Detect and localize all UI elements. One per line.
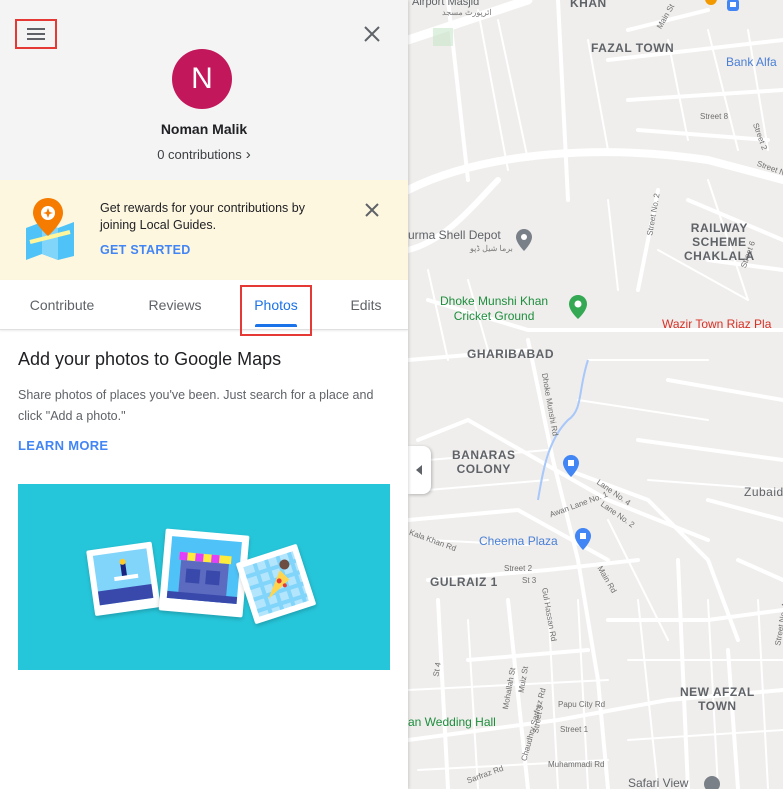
contributions-count: 0 contributions <box>157 147 242 162</box>
map-area-zubaid: Zubaid <box>744 485 783 499</box>
street-label: Street 1 <box>560 725 589 734</box>
local-guides-promo: Get rewards for your contributions by jo… <box>0 180 408 280</box>
main-menu-button[interactable] <box>15 19 57 49</box>
learn-more-link[interactable]: LEARN MORE <box>18 438 108 453</box>
tab-edits[interactable]: Edits <box>334 280 398 330</box>
map-area-new-afzal-town: NEW AFZAL TOWN <box>680 685 755 713</box>
map-poi-bank-alfa[interactable]: Bank Alfa <box>726 55 777 69</box>
tab-contribute[interactable]: Contribute <box>18 280 106 330</box>
collapse-panel-button[interactable] <box>408 446 431 494</box>
profile-header: N Noman Malik 0 contributions › <box>0 0 408 180</box>
street-label: Street 8 <box>700 112 729 121</box>
street-label: Muhammadi Rd <box>548 760 605 769</box>
map-poi-airport-masjid[interactable]: Airport Masjid <box>412 0 479 8</box>
promo-text: Get rewards for your contributions by jo… <box>100 201 305 232</box>
street-label: St 3 <box>522 576 537 585</box>
chevron-left-icon <box>415 465 422 475</box>
map-poi-safari-view[interactable]: Safari View <box>628 776 688 789</box>
hamburger-menu-icon <box>27 28 45 40</box>
avatar[interactable]: N <box>172 49 232 109</box>
map-poi-wazir-town[interactable]: Wazir Town Riaz Pla <box>662 317 771 331</box>
map-urdu-label: برما شیل ڈپو <box>470 244 513 253</box>
map-poi-burma-shell[interactable]: urma Shell Depot <box>408 228 501 242</box>
map-pin-icon[interactable] <box>704 0 718 13</box>
map-area-banaras-colony: BANARAS COLONY <box>452 448 516 476</box>
map-poi-cheema-plaza[interactable]: Cheema Plaza <box>479 534 558 548</box>
map-pin-icon[interactable] <box>704 776 720 789</box>
contributions-link[interactable]: 0 contributions › <box>0 146 408 163</box>
map-pin-illustration-icon <box>22 198 78 265</box>
street-label: Street 2 <box>504 564 533 573</box>
dismiss-promo-button[interactable] <box>358 196 386 224</box>
close-icon <box>364 26 380 42</box>
map-view[interactable]: ائرپورٹ مسجد Airport Masjid KHAN Main St… <box>408 0 783 789</box>
park-pin-icon[interactable] <box>569 295 587 324</box>
close-panel-button[interactable] <box>358 20 386 48</box>
tab-reviews[interactable]: Reviews <box>133 280 217 330</box>
add-photos-banner <box>18 484 390 670</box>
map-area-railway-scheme: RAILWAY SCHEME CHAKLALA <box>684 221 755 263</box>
street-label: Papu City Rd <box>558 700 606 709</box>
content-title: Add your photos to Google Maps <box>18 349 282 369</box>
contributions-panel: N Noman Malik 0 contributions › Get rewar… <box>0 0 408 789</box>
bus-stop-icon[interactable] <box>726 0 740 17</box>
map-poi-dhoke-munshi[interactable]: Dhoke Munshi Khan Cricket Ground <box>440 294 548 324</box>
map-urdu-label: ائرپورٹ مسجد <box>442 8 492 17</box>
contribution-tabs: Contribute Reviews Photos Edits <box>0 280 408 330</box>
get-started-button[interactable]: GET STARTED <box>100 243 191 257</box>
photos-tab-highlight <box>240 285 312 336</box>
map-pin-icon[interactable] <box>516 229 532 256</box>
content-description: Share photos of places you've been. Just… <box>18 388 374 423</box>
map-area-gharibabad: GHARIBABAD <box>467 347 554 361</box>
close-icon <box>365 203 379 217</box>
shopping-pin-icon[interactable] <box>575 528 591 555</box>
map-area-gulraiz: GULRAIZ 1 <box>430 575 498 589</box>
map-poi-wedding-hall[interactable]: an Wedding Hall <box>408 715 496 730</box>
chevron-right-icon: › <box>245 146 251 163</box>
shopping-pin-icon[interactable] <box>563 455 579 482</box>
map-area-khan: KHAN <box>570 0 607 10</box>
photos-illustration-icon <box>86 528 316 624</box>
map-area-fazal-town: FAZAL TOWN <box>591 41 675 55</box>
user-name: Noman Malik <box>160 121 248 137</box>
